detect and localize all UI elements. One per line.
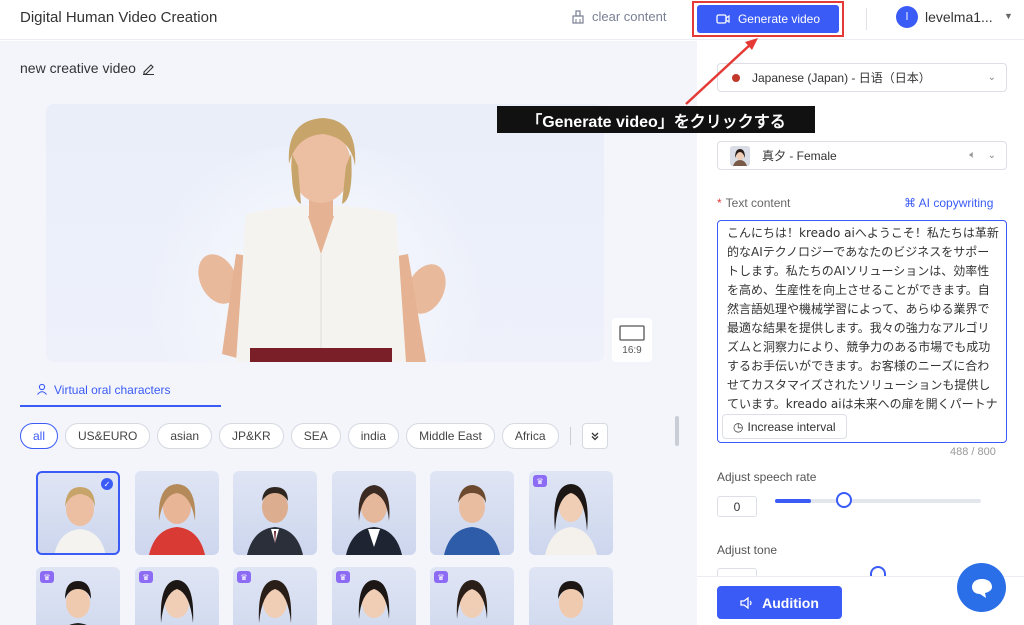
chip-divider bbox=[569, 427, 571, 445]
increase-interval-button[interactable]: ◷ Increase interval bbox=[722, 414, 847, 439]
region-chip[interactable]: SEA bbox=[290, 423, 341, 449]
language-value: Japanese (Japan) - 日语（日本） bbox=[752, 71, 931, 85]
screen-ratio-icon bbox=[619, 324, 645, 341]
check-icon: ✓ bbox=[101, 478, 113, 490]
username[interactable]: levelma1... bbox=[925, 9, 993, 25]
voice-value: 真夕 - Female bbox=[762, 149, 837, 163]
chevron-down-icon: ⌄ bbox=[987, 72, 996, 83]
tab-label: Virtual oral characters bbox=[54, 383, 171, 397]
region-chip[interactable]: US&EURO bbox=[65, 423, 151, 449]
character-card[interactable]: ♛ bbox=[430, 567, 514, 625]
tone-label: Adjust tone bbox=[717, 543, 778, 557]
chevron-down-icon: ⌄ bbox=[987, 150, 996, 161]
clear-content-button[interactable]: clear content bbox=[571, 9, 666, 24]
character-card[interactable] bbox=[529, 567, 613, 625]
voice-avatar bbox=[730, 145, 750, 166]
character-card[interactable]: ♛ bbox=[332, 567, 416, 625]
region-chip[interactable]: Middle East bbox=[406, 423, 495, 449]
top-header: Digital Human Video Creation clear conte… bbox=[0, 0, 1024, 40]
character-card[interactable]: ♛ bbox=[36, 567, 120, 625]
character-card[interactable]: ♛ bbox=[135, 567, 219, 625]
character-card[interactable] bbox=[430, 471, 514, 555]
speaker-icon[interactable]: 🔈︎ bbox=[969, 149, 976, 162]
user-avatar[interactable]: l bbox=[896, 6, 918, 28]
region-chip[interactable]: Africa bbox=[501, 423, 559, 449]
character-card[interactable]: ✓ bbox=[36, 471, 120, 555]
annotation-callout: 「Generate video」をクリックする bbox=[497, 106, 815, 133]
character-count: 488 / 800 bbox=[950, 446, 996, 458]
scrollbar[interactable] bbox=[675, 416, 679, 446]
crown-icon: ♛ bbox=[40, 571, 54, 583]
character-card[interactable] bbox=[332, 471, 416, 555]
character-card[interactable]: ♛ bbox=[233, 567, 317, 625]
clock-icon: ◷ bbox=[733, 419, 744, 434]
generate-video-label: Generate video bbox=[737, 12, 821, 26]
person-icon bbox=[37, 383, 47, 395]
crown-icon: ♛ bbox=[533, 475, 547, 487]
clear-content-label: clear content bbox=[592, 9, 667, 24]
tab-virtual-oral-characters[interactable]: Virtual oral characters bbox=[20, 383, 221, 407]
crown-icon: ♛ bbox=[336, 571, 350, 583]
header-divider bbox=[866, 8, 867, 30]
video-camera-icon bbox=[716, 14, 730, 24]
region-chip[interactable]: asian bbox=[157, 423, 213, 449]
character-card[interactable] bbox=[135, 471, 219, 555]
aspect-ratio-button[interactable]: 16:9 bbox=[612, 318, 652, 362]
crown-icon: ♛ bbox=[434, 571, 448, 583]
speaker-icon bbox=[740, 596, 752, 609]
language-select[interactable]: Japanese (Japan) - 日语（日本） ⌄ bbox=[717, 63, 1007, 92]
voice-select[interactable]: 真夕 - Female 🔈︎ ⌄ bbox=[717, 141, 1007, 170]
app-title: Digital Human Video Creation bbox=[20, 9, 218, 26]
text-content-input[interactable]: こんにちは！kreado aiへようこそ！私たちは革新的なAIテクノロジーであな… bbox=[717, 220, 1007, 443]
double-chevron-down-icon[interactable] bbox=[581, 423, 608, 449]
magic-wand-icon: ⌘ bbox=[904, 196, 916, 210]
region-chip[interactable]: JP&KR bbox=[219, 423, 284, 449]
slider-handle[interactable] bbox=[836, 492, 852, 508]
region-filter: all US&EURO asian JP&KR SEA india Middle… bbox=[20, 423, 608, 449]
chat-icon[interactable] bbox=[957, 563, 1006, 612]
generate-video-button[interactable]: Generate video bbox=[697, 5, 839, 33]
caret-down-icon[interactable]: ▼ bbox=[1004, 11, 1013, 21]
project-title-label: new creative video bbox=[20, 60, 136, 76]
presenter-figure bbox=[198, 118, 446, 362]
pencil-icon[interactable] bbox=[142, 62, 155, 75]
text-content-value[interactable]: こんにちは！kreado aiへようこそ！私たちは革新的なAIテクノロジーであな… bbox=[727, 224, 999, 410]
character-card[interactable] bbox=[233, 471, 317, 555]
flag-icon bbox=[732, 73, 740, 82]
region-chip[interactable]: all bbox=[20, 423, 59, 449]
project-title[interactable]: new creative video bbox=[20, 60, 155, 76]
speech-rate-slider[interactable] bbox=[775, 499, 981, 503]
ai-copywriting-link[interactable]: ⌘ AI copywriting bbox=[904, 196, 993, 210]
audition-button[interactable]: Audition bbox=[717, 586, 842, 619]
speech-rate-input[interactable]: 0 bbox=[717, 496, 757, 517]
crown-icon: ♛ bbox=[139, 571, 153, 583]
crown-icon: ♛ bbox=[237, 571, 251, 583]
broom-icon bbox=[572, 9, 584, 24]
text-content-label: * Text content bbox=[717, 196, 791, 210]
speech-rate-label: Adjust speech rate bbox=[717, 470, 817, 484]
character-card[interactable]: ♛ bbox=[529, 471, 613, 555]
aspect-ratio-label: 16:9 bbox=[622, 344, 642, 356]
region-chip[interactable]: india bbox=[347, 423, 400, 449]
video-preview bbox=[46, 104, 604, 362]
slider-fill bbox=[775, 499, 812, 503]
